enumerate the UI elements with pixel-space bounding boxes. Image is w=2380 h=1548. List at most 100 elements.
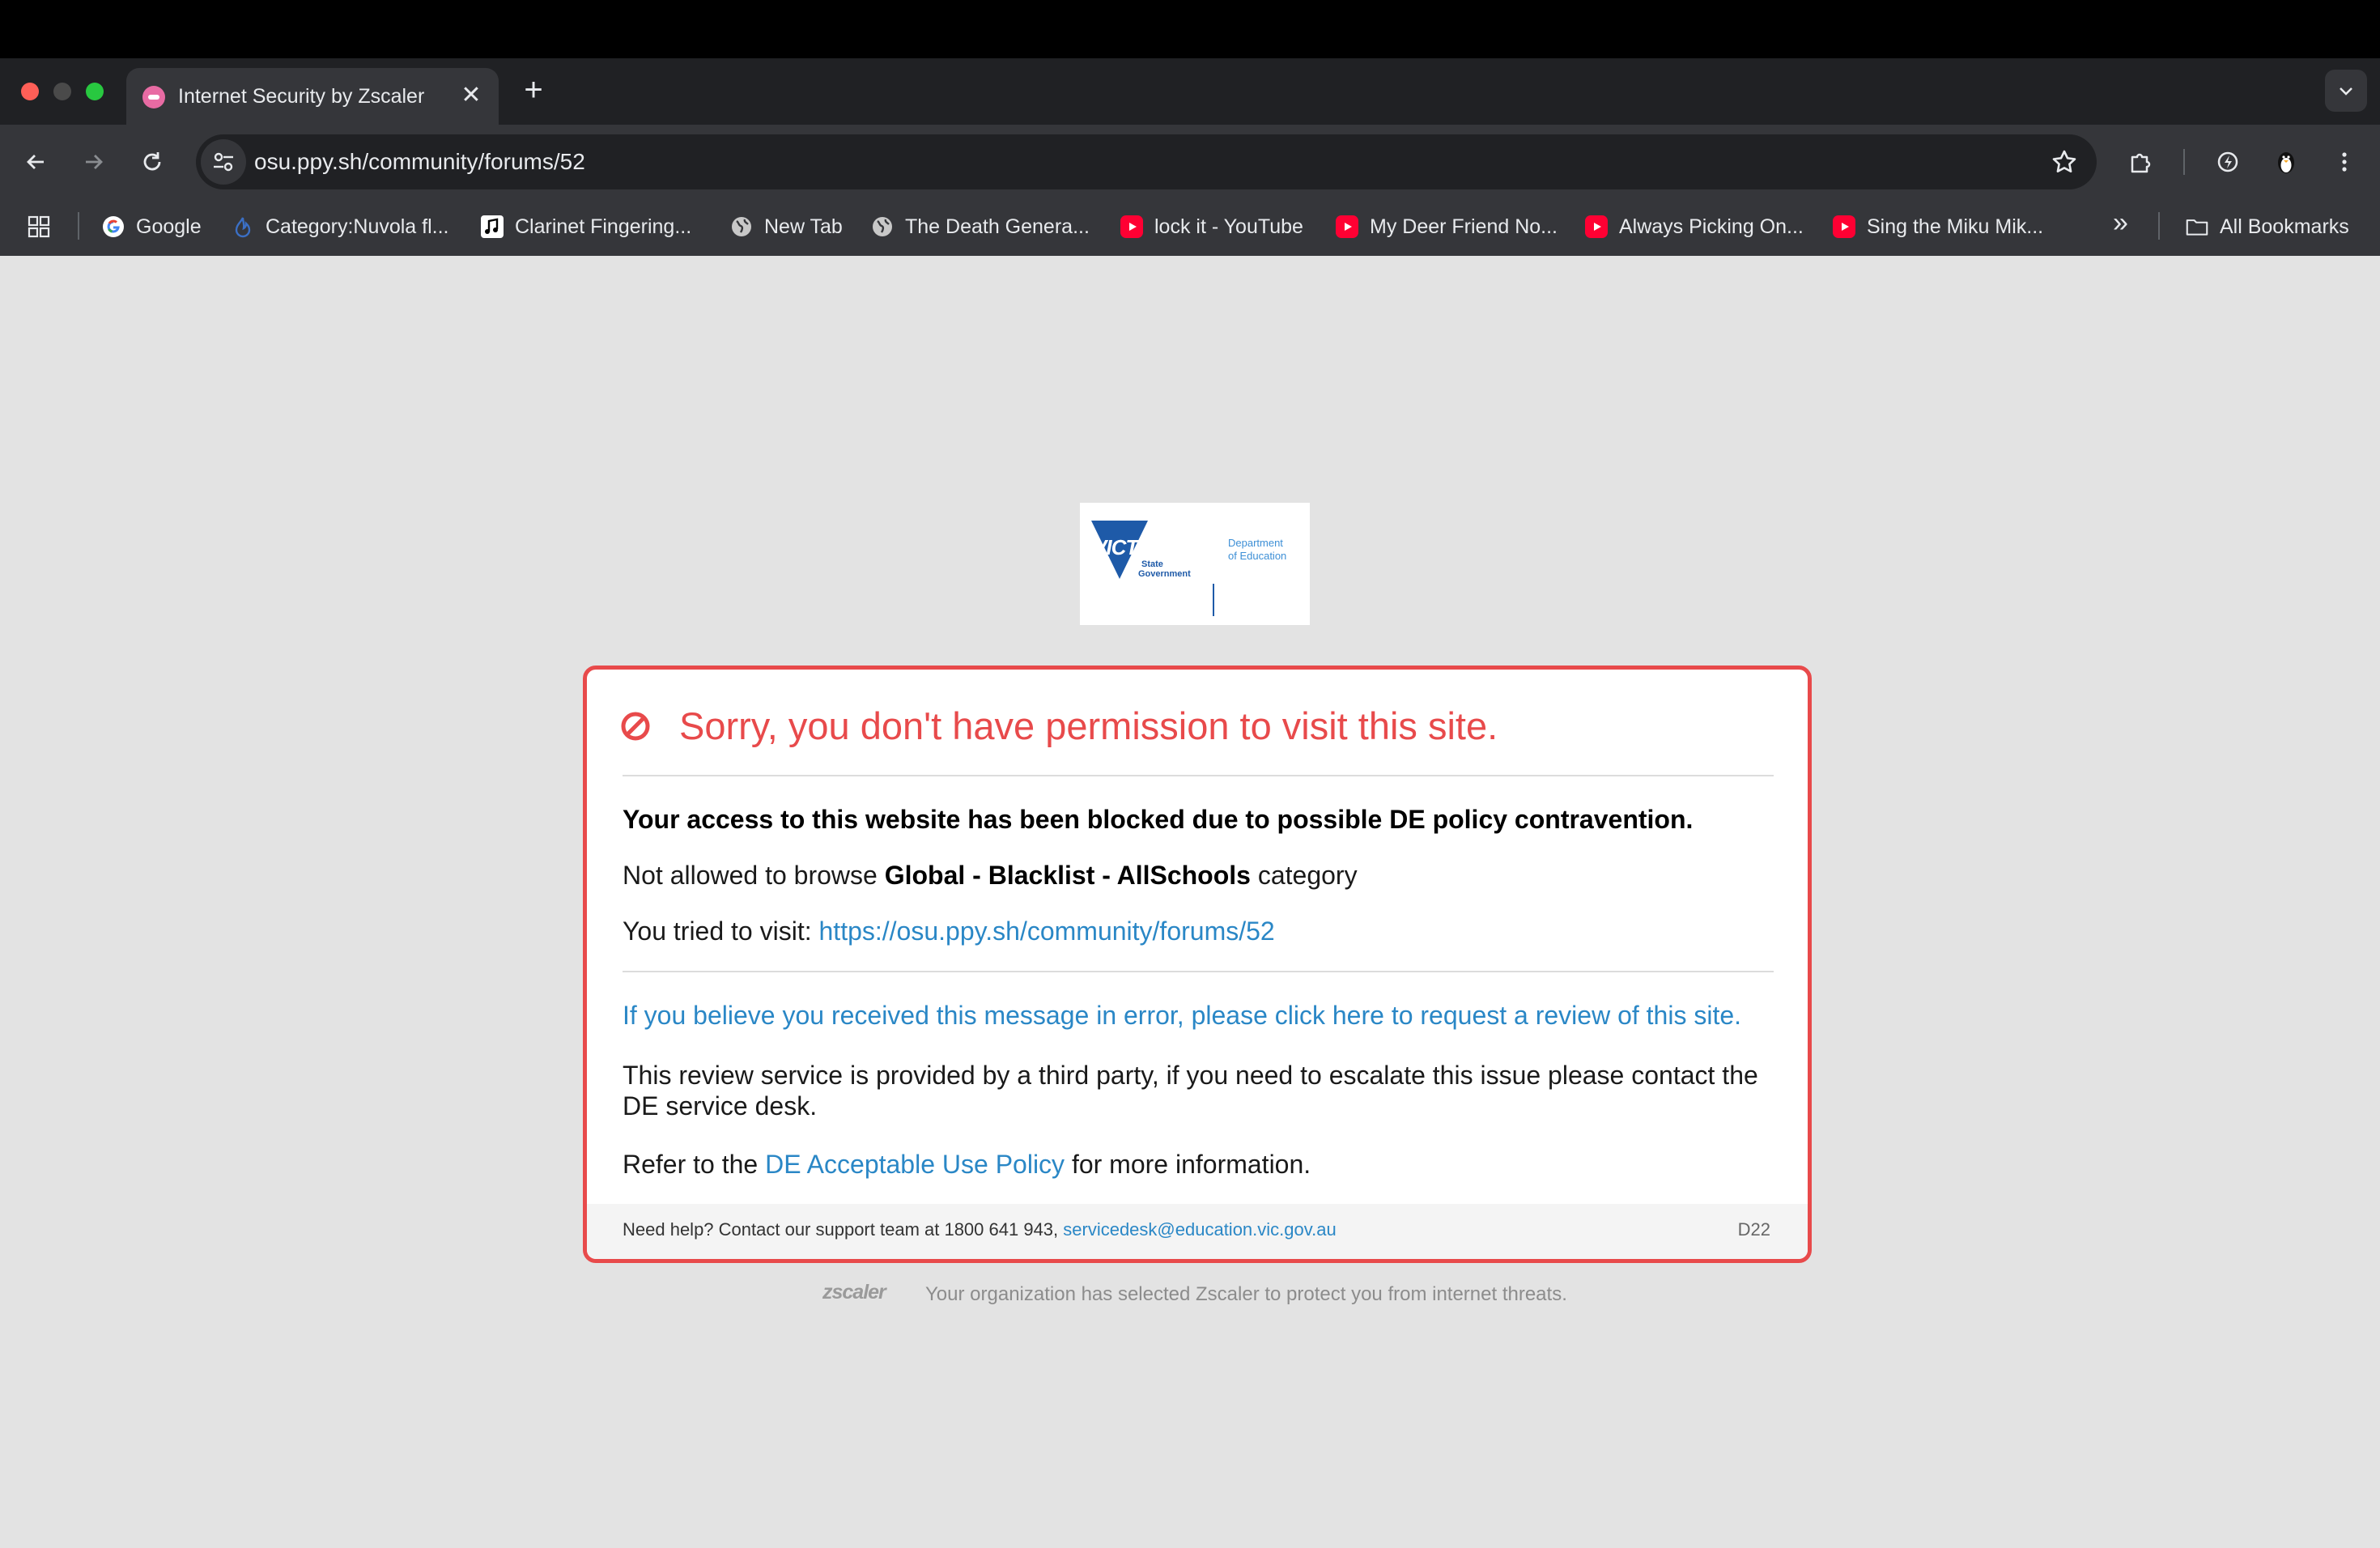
all-bookmarks-label: All Bookmarks [2220, 215, 2349, 238]
tab-search-button[interactable] [2325, 70, 2367, 112]
block-notice-card: Sorry, you don't have permission to visi… [583, 666, 1812, 1263]
bookmark-always-picking-on[interactable]: Always Picking On... [1585, 211, 1812, 243]
profile-avatar[interactable] [2267, 142, 2306, 181]
energy-saver-icon [2217, 151, 2238, 172]
penguin-avatar-icon [2278, 152, 2294, 173]
screen-top-bar [0, 0, 2380, 58]
new-tab-button[interactable]: + [516, 73, 550, 107]
divider [623, 775, 1774, 776]
block-code: D22 [1737, 1219, 1770, 1240]
aup-line: Refer to the DE Acceptable Use Policy fo… [623, 1149, 1311, 1180]
acceptable-use-policy-link[interactable]: DE Acceptable Use Policy [765, 1150, 1065, 1179]
zscaler-notice-text: Your organization has selected Zscaler t… [925, 1283, 1567, 1305]
bookmark-new-tab[interactable]: New Tab [730, 211, 860, 243]
tab-close-icon[interactable]: ✕ [457, 81, 486, 110]
block-title: Sorry, you don't have permission to visi… [679, 704, 1498, 747]
bookmark-sing-the-miku[interactable]: Sing the Miku Mik... [1833, 211, 2059, 243]
tab-active[interactable]: Internet Security by Zscaler ✕ [126, 68, 499, 125]
apps-grid-icon [28, 215, 50, 238]
logo-state-line2: Government [1138, 569, 1191, 579]
logo-dept-line2: of Education [1228, 550, 1287, 562]
reload-icon [143, 152, 161, 171]
category-name: Global - Blacklist - AllSchools [884, 861, 1251, 890]
bookmark-google[interactable]: Google [102, 211, 215, 243]
toolbar-divider [2183, 149, 2185, 175]
youtube-icon [1336, 215, 1358, 238]
bookmark-label: Always Picking On... [1619, 215, 1804, 238]
bookmark-label: Category:Nuvola fl... [266, 215, 449, 238]
request-review-link[interactable]: If you believe you received this message… [623, 1000, 1741, 1031]
review-service-line2: DE service desk. [623, 1091, 818, 1121]
chevron-down-icon [2340, 87, 2352, 96]
zscaler-logo: zscaler [822, 1281, 886, 1303]
divider [623, 971, 1774, 972]
blocked-icon [621, 712, 650, 741]
address-bar[interactable]: osu.ppy.sh/community/forums/52 [196, 134, 2097, 189]
site-info-button[interactable] [201, 139, 246, 185]
overflow-chevron-icon: » [2113, 207, 2128, 238]
url-text[interactable]: osu.ppy.sh/community/forums/52 [254, 147, 585, 177]
reload-button[interactable] [133, 142, 172, 181]
bookmark-label: My Deer Friend No... [1370, 215, 1558, 238]
star-icon [2052, 150, 2076, 172]
bookmark-my-deer-friend[interactable]: My Deer Friend No... [1336, 211, 1562, 243]
review-service-line1: This review service is provided by a thi… [623, 1061, 1758, 1090]
window-close-button[interactable] [21, 83, 39, 100]
category-suffix: category [1250, 861, 1358, 890]
globe-icon [732, 217, 751, 236]
bookmark-label: lock it - YouTube [1154, 215, 1303, 238]
youtube-icon [1120, 215, 1143, 238]
folder-icon [2186, 219, 2208, 236]
category-line: Not allowed to browse Global - Blacklist… [623, 860, 1358, 891]
help-text: Need help? Contact our support team at 1… [623, 1218, 1337, 1241]
arrow-right-icon [86, 155, 103, 169]
bookmark-label: Clarinet Fingering... [515, 215, 692, 238]
puzzle-icon [2131, 153, 2151, 173]
bookmarks-divider [78, 212, 79, 240]
bookmark-clarinet[interactable]: Clarinet Fingering... [481, 211, 708, 243]
bookmark-label: Sing the Miku Mik... [1867, 215, 2044, 238]
forward-button[interactable] [74, 142, 113, 181]
more-vertical-icon [2342, 152, 2347, 172]
aup-prefix: Refer to the [623, 1150, 766, 1179]
browser-menu-button[interactable] [2325, 142, 2364, 181]
victoria-education-logo: VICTORIA State Government Department of … [1080, 503, 1310, 625]
youtube-icon [1585, 215, 1608, 238]
bookmark-death-generation[interactable]: The Death Genera... [871, 211, 1098, 243]
bookmark-label: New Tab [764, 215, 843, 238]
nuvola-icon [235, 217, 251, 238]
visit-prefix: You tried to visit: [623, 916, 819, 946]
tune-icon [214, 152, 233, 172]
zscaler-favicon-icon [142, 86, 165, 108]
bookmark-star-button[interactable] [2048, 146, 2080, 178]
aup-suffix: for more information. [1065, 1150, 1311, 1179]
globe-icon [873, 217, 892, 236]
card-footer: Need help? Contact our support team at 1… [587, 1204, 1808, 1259]
google-icon [103, 216, 124, 237]
back-button[interactable] [16, 142, 55, 181]
support-email-link[interactable]: servicedesk@education.vic.gov.au [1063, 1219, 1336, 1240]
arrow-left-icon [27, 155, 44, 169]
bookmarks-overflow-button[interactable]: » [2108, 207, 2140, 243]
bookmark-nuvola[interactable]: Category:Nuvola fl... [232, 211, 458, 243]
bookmarks-divider [2158, 212, 2160, 240]
window-minimize-button[interactable] [53, 83, 71, 100]
visited-url-link[interactable]: https://osu.ppy.sh/community/forums/52 [819, 916, 1275, 946]
logo-dept-line1: Department [1228, 537, 1283, 549]
all-bookmarks-button[interactable]: All Bookmarks [2186, 211, 2364, 243]
help-prefix: Need help? Contact our support team at 1… [623, 1219, 1064, 1240]
apps-button[interactable] [28, 211, 57, 243]
visited-url-line: You tried to visit: https://osu.ppy.sh/c… [623, 916, 1275, 946]
extensions-button[interactable] [2121, 142, 2160, 181]
performance-button[interactable] [2208, 142, 2247, 181]
youtube-icon [1833, 215, 1855, 238]
window-zoom-button[interactable] [86, 83, 104, 100]
bookmark-lock-it[interactable]: lock it - YouTube [1120, 211, 1315, 243]
blocked-message: Your access to this website has been blo… [623, 805, 1694, 834]
bookmark-label: Google [136, 215, 202, 238]
music-note-icon [481, 215, 504, 238]
tab-title: Internet Security by Zscaler [178, 85, 425, 108]
category-prefix: Not allowed to browse [623, 861, 885, 890]
logo-victoria-text: VICTORIA [1093, 535, 1188, 559]
bookmark-label: The Death Genera... [905, 215, 1090, 238]
